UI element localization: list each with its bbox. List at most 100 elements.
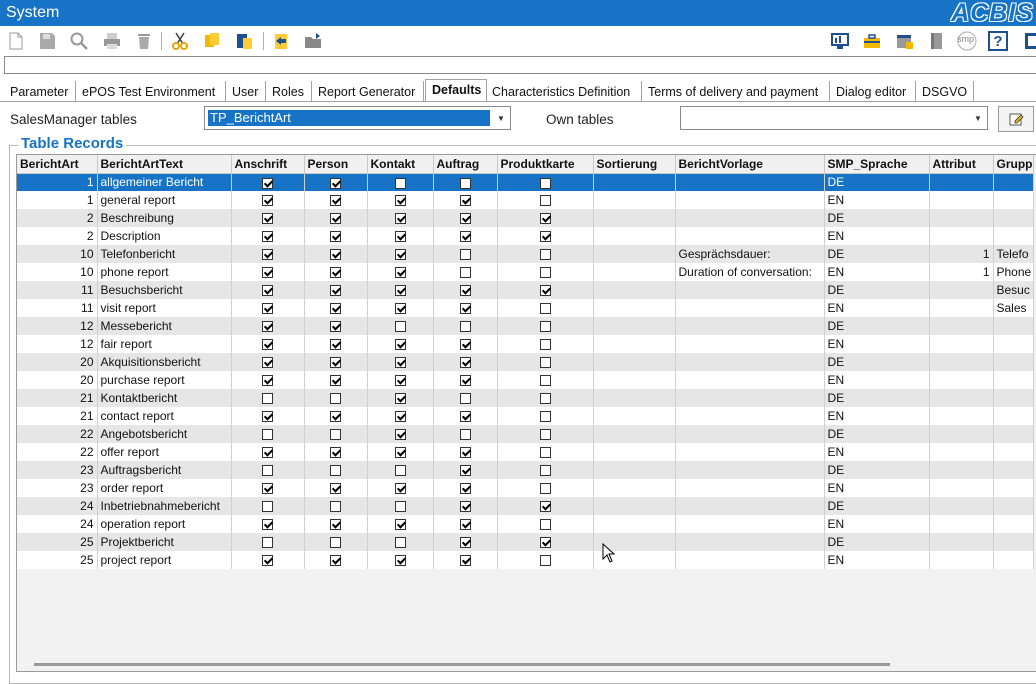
cell-gruppe[interactable] bbox=[993, 353, 1034, 371]
produkt-checkbox[interactable] bbox=[539, 555, 551, 567]
kontakt-checkbox[interactable] bbox=[394, 429, 406, 441]
produkt-checkbox[interactable] bbox=[539, 447, 551, 459]
auftrag-checkbox[interactable] bbox=[459, 231, 471, 243]
cell-art[interactable]: 22 bbox=[17, 443, 98, 461]
cell-sort[interactable] bbox=[593, 209, 676, 227]
cell-vorlage[interactable] bbox=[675, 479, 825, 497]
auftrag-checkbox[interactable] bbox=[459, 285, 471, 297]
cell-gruppe[interactable] bbox=[993, 479, 1034, 497]
produkt-checkbox[interactable] bbox=[539, 483, 551, 495]
kontakt-checkbox[interactable] bbox=[394, 321, 406, 333]
cell-sort[interactable] bbox=[593, 191, 676, 209]
person-checkbox[interactable] bbox=[330, 177, 341, 189]
tab-characteristics-definition[interactable]: Characteristics Definition bbox=[486, 81, 642, 101]
kontakt-checkbox[interactable] bbox=[394, 447, 406, 459]
cell-vorlage[interactable] bbox=[675, 353, 825, 371]
paste-icon[interactable] bbox=[233, 30, 255, 52]
produkt-checkbox[interactable] bbox=[539, 411, 551, 423]
column-header-smp-sprache[interactable]: SMP_Sprache bbox=[824, 155, 930, 174]
produkt-checkbox[interactable] bbox=[539, 465, 551, 477]
cell-vorlage[interactable] bbox=[675, 389, 825, 407]
table-row[interactable]: 21 contact report EN bbox=[17, 407, 1034, 425]
cell-sprache[interactable]: DE bbox=[824, 245, 930, 263]
cell-attribut[interactable] bbox=[929, 371, 994, 389]
column-header-berichtart[interactable]: BerichtArt bbox=[17, 155, 98, 174]
cell-sort[interactable] bbox=[593, 173, 676, 191]
anschrift-checkbox[interactable] bbox=[262, 501, 273, 513]
person-checkbox[interactable] bbox=[330, 213, 341, 225]
kontakt-checkbox[interactable] bbox=[394, 267, 406, 279]
person-checkbox[interactable] bbox=[330, 375, 341, 387]
kontakt-checkbox[interactable] bbox=[394, 483, 406, 495]
column-header-gruppe[interactable]: Grupp bbox=[993, 155, 1034, 174]
kontakt-checkbox[interactable] bbox=[394, 501, 406, 513]
cell-vorlage[interactable] bbox=[675, 443, 825, 461]
cut-icon[interactable] bbox=[169, 30, 191, 52]
kontakt-checkbox[interactable] bbox=[394, 249, 406, 261]
cell-sort[interactable] bbox=[593, 371, 676, 389]
cell-sprache[interactable]: EN bbox=[824, 299, 930, 317]
cell-gruppe[interactable]: Sales bbox=[993, 299, 1034, 317]
table-row[interactable]: 25 project report EN bbox=[17, 551, 1034, 569]
cell-gruppe[interactable] bbox=[993, 371, 1034, 389]
auftrag-checkbox[interactable] bbox=[459, 555, 471, 567]
cell-sprache[interactable]: EN bbox=[824, 335, 930, 353]
anschrift-checkbox[interactable] bbox=[262, 249, 273, 261]
anschrift-checkbox[interactable] bbox=[262, 357, 273, 369]
anschrift-checkbox[interactable] bbox=[262, 393, 273, 405]
cell-text[interactable]: Messebericht bbox=[97, 317, 232, 335]
cell-gruppe[interactable] bbox=[993, 497, 1034, 515]
cell-vorlage[interactable]: Duration of conversation: bbox=[675, 263, 825, 281]
auftrag-checkbox[interactable] bbox=[459, 195, 471, 207]
salesmanager-tables-select[interactable]: TP_BerichtArt ▼ bbox=[204, 106, 511, 130]
cell-sprache[interactable]: DE bbox=[824, 353, 930, 371]
cell-sort[interactable] bbox=[593, 479, 676, 497]
cell-sprache[interactable]: DE bbox=[824, 389, 930, 407]
cell-sprache[interactable]: EN bbox=[824, 371, 930, 389]
cell-vorlage[interactable] bbox=[675, 281, 825, 299]
table-row[interactable]: 10 Telefonbericht Gesprächsdauer: DE 1 Telefo bbox=[17, 245, 1034, 263]
anschrift-checkbox[interactable] bbox=[262, 411, 273, 423]
tab-terms-of-delivery-and-payment[interactable]: Terms of delivery and payment bbox=[642, 81, 830, 101]
produkt-checkbox[interactable] bbox=[539, 357, 551, 369]
cell-sprache[interactable]: DE bbox=[824, 317, 930, 335]
person-checkbox[interactable] bbox=[330, 267, 341, 279]
cell-sort[interactable] bbox=[593, 353, 676, 371]
edit-table-button[interactable] bbox=[998, 106, 1034, 132]
save-icon[interactable] bbox=[36, 30, 58, 52]
auftrag-checkbox[interactable] bbox=[459, 249, 471, 261]
anschrift-checkbox[interactable] bbox=[262, 483, 273, 495]
cell-sort[interactable] bbox=[593, 263, 676, 281]
anschrift-checkbox[interactable] bbox=[262, 303, 273, 315]
person-checkbox[interactable] bbox=[330, 195, 341, 207]
anschrift-checkbox[interactable] bbox=[262, 375, 273, 387]
person-checkbox[interactable] bbox=[330, 321, 341, 333]
cell-art[interactable]: 12 bbox=[17, 317, 98, 335]
kontakt-checkbox[interactable] bbox=[394, 411, 406, 423]
auftrag-checkbox[interactable] bbox=[459, 537, 471, 549]
anschrift-checkbox[interactable] bbox=[262, 555, 273, 567]
cell-text[interactable]: Beschreibung bbox=[97, 209, 232, 227]
anschrift-checkbox[interactable] bbox=[262, 213, 273, 225]
cell-sort[interactable] bbox=[593, 407, 676, 425]
anschrift-checkbox[interactable] bbox=[262, 465, 273, 477]
cell-vorlage[interactable] bbox=[675, 425, 825, 443]
anschrift-checkbox[interactable] bbox=[262, 447, 273, 459]
cell-text[interactable]: fair report bbox=[97, 335, 232, 353]
cell-text[interactable]: general report bbox=[97, 191, 232, 209]
briefcase-icon[interactable] bbox=[861, 30, 883, 52]
cell-art[interactable]: 21 bbox=[17, 407, 98, 425]
search-icon[interactable] bbox=[68, 30, 90, 52]
cell-art[interactable]: 2 bbox=[17, 209, 98, 227]
cell-sort[interactable] bbox=[593, 281, 676, 299]
cell-sort[interactable] bbox=[593, 443, 676, 461]
cell-text[interactable]: Inbetriebnahmebericht bbox=[97, 497, 232, 515]
cell-text[interactable]: Projektbericht bbox=[97, 533, 232, 551]
person-checkbox[interactable] bbox=[330, 231, 341, 243]
column-header-attribut[interactable]: Attribut bbox=[929, 155, 994, 174]
cell-art[interactable]: 12 bbox=[17, 335, 98, 353]
produkt-checkbox[interactable] bbox=[539, 519, 551, 531]
cell-text[interactable]: offer report bbox=[97, 443, 232, 461]
kontakt-checkbox[interactable] bbox=[394, 213, 406, 225]
cell-gruppe[interactable] bbox=[993, 443, 1034, 461]
